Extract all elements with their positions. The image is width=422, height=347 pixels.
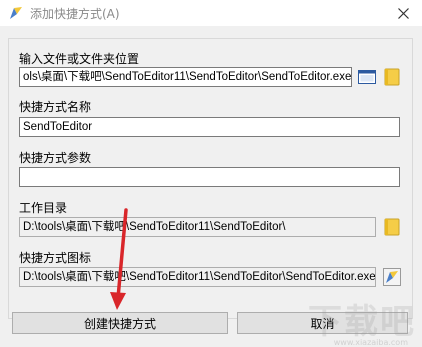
- target-path-field[interactable]: ols\桌面\下载吧\SendToEditor11\SendToEditor\S…: [19, 67, 352, 87]
- workdir-label: 工作目录: [19, 201, 68, 215]
- create-shortcut-button[interactable]: 创建快捷方式: [12, 312, 228, 334]
- folder-icon: [384, 218, 400, 236]
- settings-group: 输入文件或文件夹位置 ols\桌面\下载吧\SendToEditor11\Sen…: [8, 38, 413, 319]
- browse-window-button[interactable]: [356, 66, 378, 88]
- folder-icon: [384, 68, 400, 86]
- icon-path-field[interactable]: D:\tools\桌面\下载吧\SendToEditor11\SendToEdi…: [19, 267, 376, 287]
- window-icon: [358, 70, 376, 84]
- close-icon: [397, 7, 409, 19]
- name-label: 快捷方式名称: [19, 100, 92, 114]
- window-title: 添加快捷方式(A): [30, 7, 120, 21]
- browse-folder-button[interactable]: [381, 66, 403, 88]
- icon-label: 快捷方式图标: [19, 251, 92, 265]
- args-label: 快捷方式参数: [19, 151, 92, 165]
- title-bar: 添加快捷方式(A): [0, 0, 422, 26]
- watermark-url: www.xiazaiba.com: [333, 338, 408, 347]
- workdir-field[interactable]: D:\tools\桌面\下载吧\SendToEditor11\SendToEdi…: [19, 217, 376, 237]
- watermark-logo: 下载吧: [308, 302, 416, 342]
- dialog-body: 输入文件或文件夹位置 ols\桌面\下载吧\SendToEditor11\Sen…: [0, 26, 422, 347]
- target-label: 输入文件或文件夹位置: [19, 52, 140, 66]
- app-icon: [10, 7, 22, 19]
- shortcut-args-field[interactable]: [19, 167, 400, 187]
- close-button[interactable]: [390, 2, 416, 24]
- workdir-browse-button[interactable]: [381, 216, 403, 238]
- app-shortcut-icon: [383, 268, 401, 286]
- icon-browse-button[interactable]: [381, 266, 403, 288]
- shortcut-name-field[interactable]: SendToEditor: [19, 117, 400, 137]
